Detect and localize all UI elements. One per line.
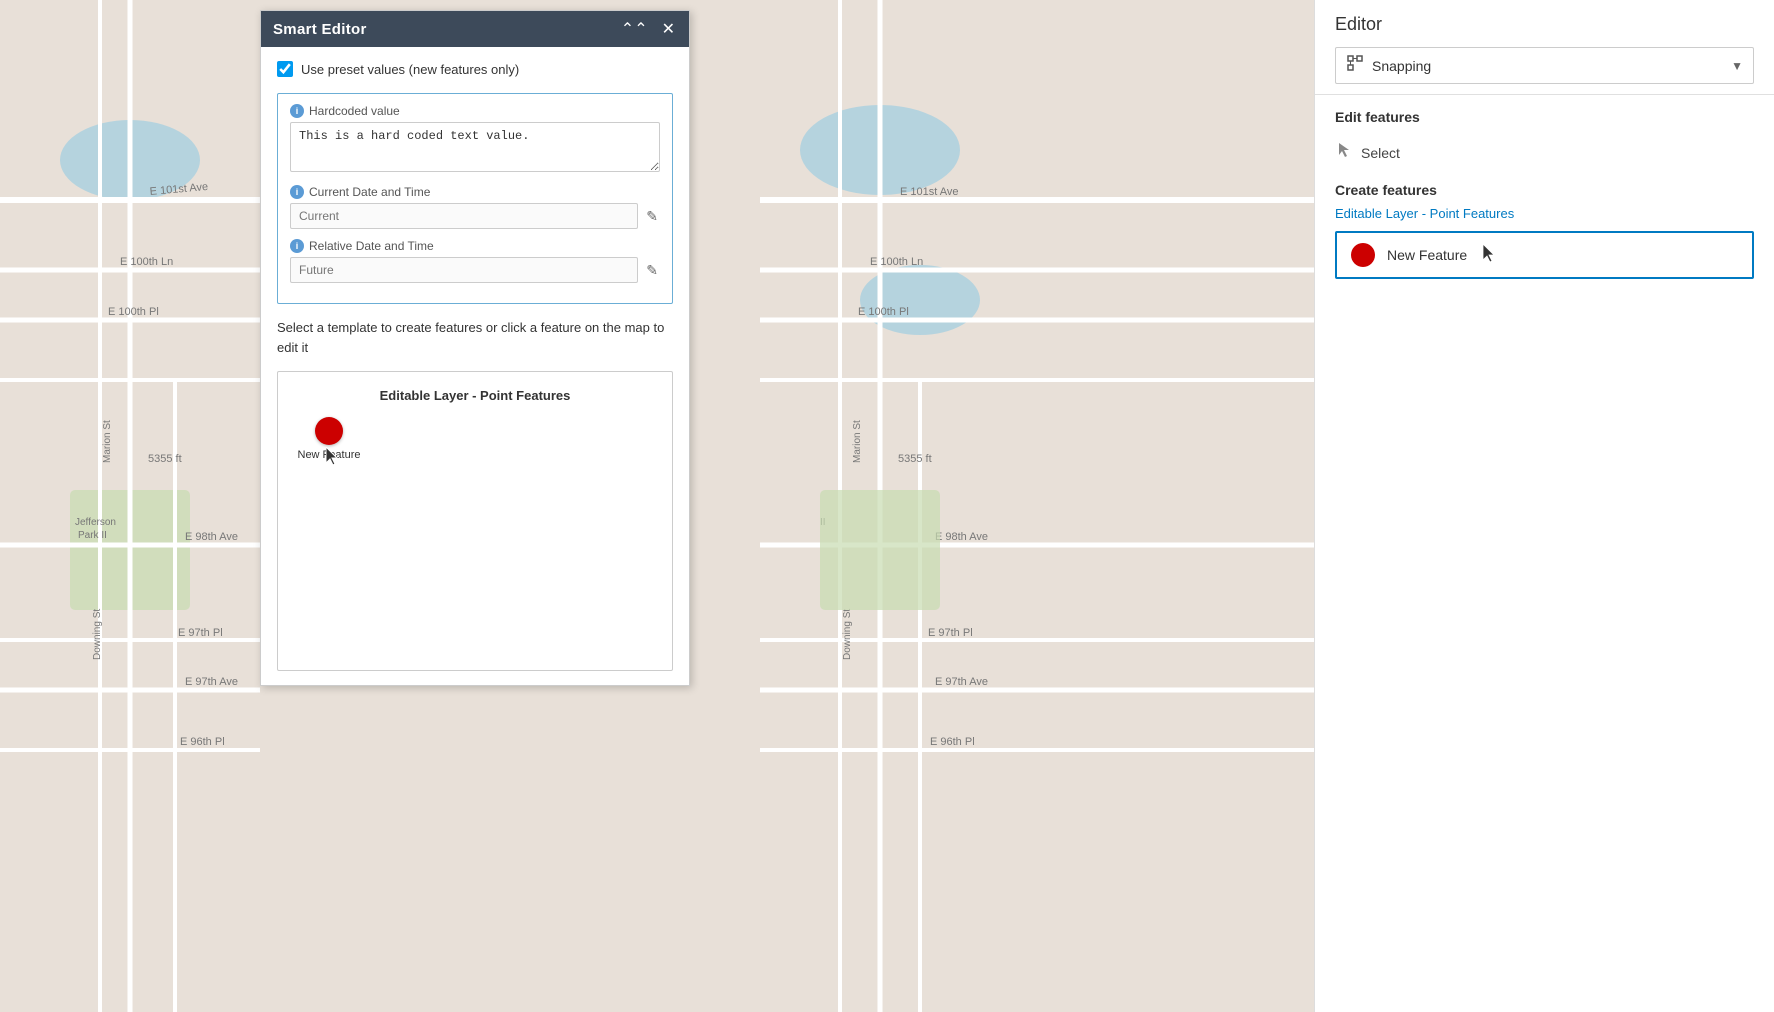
create-features-title: Create features bbox=[1335, 182, 1754, 198]
editor-title: Editor bbox=[1335, 14, 1754, 35]
hardcoded-info-icon: i bbox=[290, 104, 304, 118]
svg-text:E 98th Ave: E 98th Ave bbox=[935, 531, 988, 543]
svg-text:Park II: Park II bbox=[78, 530, 107, 541]
svg-text:Downing St: Downing St bbox=[842, 609, 853, 660]
edit-features-title: Edit features bbox=[1335, 109, 1754, 125]
svg-text:E 100th Pl: E 100th Pl bbox=[858, 306, 909, 318]
template-item-new-feature[interactable]: New Feature bbox=[294, 417, 364, 461]
instruction-text: Select a template to create features or … bbox=[277, 318, 673, 357]
smart-editor-title: Smart Editor bbox=[273, 21, 367, 38]
create-features-section: Create features Editable Layer - Point F… bbox=[1315, 182, 1774, 293]
svg-text:5355 ft: 5355 ft bbox=[148, 453, 182, 465]
svg-text:E 100th Pl: E 100th Pl bbox=[108, 306, 159, 318]
collapse-button[interactable]: ⌃⌃ bbox=[619, 19, 650, 39]
svg-text:E 100th Ln: E 100th Ln bbox=[870, 256, 923, 268]
new-feature-cursor-icon bbox=[1483, 244, 1497, 266]
svg-text:E 98th Ave: E 98th Ave bbox=[185, 531, 238, 543]
header-icons: ⌃⌃ ✕ bbox=[619, 19, 677, 39]
new-feature-dot bbox=[1351, 243, 1375, 267]
hardcoded-field-row: i Hardcoded value This is a hard coded t… bbox=[290, 104, 660, 175]
current-datetime-label: i Current Date and Time bbox=[290, 185, 660, 199]
smart-editor-widget: Smart Editor ⌃⌃ ✕ Use preset values (new… bbox=[260, 10, 690, 686]
current-datetime-input[interactable] bbox=[290, 203, 638, 229]
svg-text:E 97th Ave: E 97th Ave bbox=[185, 676, 238, 688]
svg-text:E 96th Pl: E 96th Pl bbox=[930, 736, 975, 748]
svg-text:E 97th Ave: E 97th Ave bbox=[935, 676, 988, 688]
svg-text:Marion St: Marion St bbox=[852, 420, 863, 463]
svg-text:Marion St: Marion St bbox=[102, 420, 113, 463]
svg-text:Jefferson: Jefferson bbox=[75, 517, 116, 528]
relative-datetime-edit-button[interactable]: ✎ bbox=[644, 260, 660, 281]
new-feature-button[interactable]: New Feature bbox=[1335, 231, 1754, 279]
relative-datetime-input[interactable] bbox=[290, 257, 638, 283]
template-layer-title: Editable Layer - Point Features bbox=[294, 388, 656, 403]
svg-text:E 101st Ave: E 101st Ave bbox=[900, 186, 959, 198]
current-datetime-edit-button[interactable]: ✎ bbox=[644, 206, 660, 227]
preset-checkbox-row: Use preset values (new features only) bbox=[277, 61, 673, 77]
chevron-down-icon: ▼ bbox=[1731, 59, 1743, 73]
svg-text:Downing St: Downing St bbox=[92, 609, 103, 660]
preset-checkbox[interactable] bbox=[277, 61, 293, 77]
svg-text:E 97th Pl: E 97th Pl bbox=[178, 627, 223, 639]
current-datetime-field: ✎ bbox=[290, 203, 660, 229]
preset-label: Use preset values (new features only) bbox=[301, 62, 519, 77]
svg-text:E 100th Ln: E 100th Ln bbox=[120, 256, 173, 268]
preset-fields-box: i Hardcoded value This is a hard coded t… bbox=[277, 93, 673, 304]
select-cursor-icon bbox=[1335, 141, 1353, 164]
hardcoded-label: i Hardcoded value bbox=[290, 104, 660, 118]
current-datetime-info-icon: i bbox=[290, 185, 304, 199]
snapping-row[interactable]: Snapping ▼ bbox=[1335, 47, 1754, 84]
cursor-icon bbox=[326, 447, 340, 469]
relative-datetime-field: ✎ bbox=[290, 257, 660, 283]
smart-editor-body: Use preset values (new features only) i … bbox=[261, 47, 689, 685]
select-row[interactable]: Select bbox=[1335, 137, 1754, 168]
close-button[interactable]: ✕ bbox=[660, 19, 677, 39]
template-box: Editable Layer - Point Features New Feat… bbox=[277, 371, 673, 671]
svg-text:E 97th Pl: E 97th Pl bbox=[928, 627, 973, 639]
right-editor-panel: Editor Snapping ▼ Edit features bbox=[1314, 0, 1774, 1012]
smart-editor-header: Smart Editor ⌃⌃ ✕ bbox=[261, 11, 689, 47]
snapping-label: Snapping bbox=[1372, 58, 1731, 74]
select-label: Select bbox=[1361, 145, 1400, 161]
snapping-icon bbox=[1346, 54, 1364, 77]
relative-datetime-row: i Relative Date and Time ✎ bbox=[290, 239, 660, 283]
edit-features-section: Edit features Select bbox=[1315, 95, 1774, 182]
hardcoded-textarea[interactable]: This is a hard coded text value. bbox=[290, 122, 660, 172]
relative-datetime-info-icon: i bbox=[290, 239, 304, 253]
editor-header: Editor Snapping ▼ bbox=[1315, 0, 1774, 95]
relative-datetime-label: i Relative Date and Time bbox=[290, 239, 660, 253]
editable-layer-label: Editable Layer - Point Features bbox=[1335, 206, 1754, 221]
new-feature-label: New Feature bbox=[1387, 247, 1467, 263]
svg-text:5355 ft: 5355 ft bbox=[898, 453, 932, 465]
svg-text:E 96th Pl: E 96th Pl bbox=[180, 736, 225, 748]
template-dot bbox=[315, 417, 343, 445]
current-datetime-row: i Current Date and Time ✎ bbox=[290, 185, 660, 229]
